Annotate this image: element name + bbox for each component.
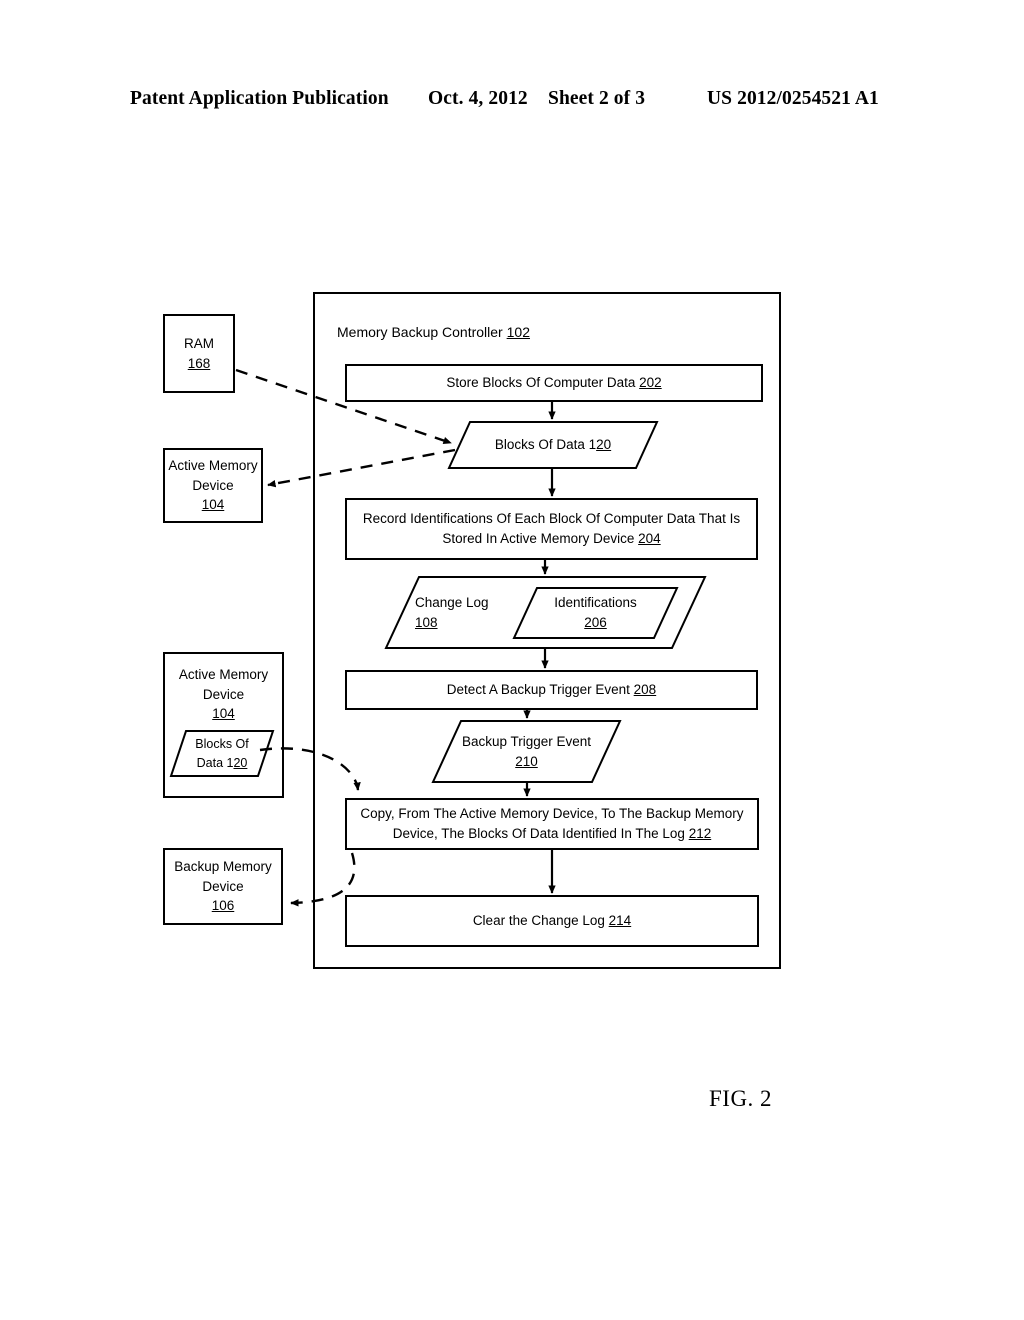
blocks-of-data-nested-shape: Blocks Of Data 120 [169, 730, 275, 777]
header-sheet-number: Sheet 2 of 3 [548, 88, 646, 109]
active-memory-device-top-label-2: Device [192, 477, 234, 493]
active-memory-device-bottom-ref: 104 [212, 706, 235, 722]
active-memory-device-bottom-label-1: Active Memory [178, 667, 269, 682]
ram-box: RAM 168 [163, 314, 235, 393]
figure-label: FIG. 2 [709, 1086, 773, 1111]
clear-change-log-step-label: Clear the Change Log 214 [472, 913, 632, 929]
memory-backup-controller-title: Memory Backup Controller 102 [337, 324, 530, 340]
header-publication-date: Oct. 4, 2012 [428, 88, 528, 109]
backup-memory-device-ref: 106 [211, 898, 235, 914]
active-memory-device-top-ref: 104 [201, 497, 225, 513]
record-identifications-step-box: Record Identifications Of Each Block Of … [345, 498, 758, 560]
active-memory-device-bottom-label-2: Device [202, 686, 245, 702]
detect-backup-trigger-step-box: Detect A Backup Trigger Event 208 [345, 670, 758, 710]
store-blocks-step-box: Store Blocks Of Computer Data 202 [345, 364, 763, 402]
copy-blocks-step-line1: Copy, From The Active Memory Device, To … [360, 806, 744, 822]
header-patent-number: US 2012/0254521 A1 [707, 88, 879, 109]
backup-memory-device-label-1: Backup Memory [174, 859, 272, 875]
ram-box-ref: 168 [187, 355, 211, 371]
active-memory-device-top-label-1: Active Memory [168, 458, 258, 474]
record-identifications-step-line1: Record Identifications Of Each Block Of … [362, 511, 741, 527]
backup-memory-device-label-2: Device [202, 878, 244, 894]
copy-blocks-step-box: Copy, From The Active Memory Device, To … [345, 798, 759, 850]
backup-memory-device-box: Backup Memory Device 106 [163, 848, 283, 925]
clear-change-log-step-box: Clear the Change Log 214 [345, 895, 759, 947]
active-memory-device-bottom-box: Active Memory Device 104 Blocks Of Data … [163, 652, 284, 798]
record-identifications-step-line2: Stored In Active Memory Device 204 [442, 531, 661, 546]
detect-backup-trigger-step-label: Detect A Backup Trigger Event 208 [446, 682, 657, 698]
store-blocks-step-label: Store Blocks Of Computer Data 202 [446, 375, 662, 391]
active-memory-device-top-box: Active Memory Device 104 [163, 448, 263, 523]
identifications-object-shape: Identifications 206 [512, 587, 679, 639]
backup-trigger-event-object-shape: Backup Trigger Event 210 [431, 720, 622, 783]
copy-blocks-step-line2: Device, The Blocks Of Data Identified In… [392, 826, 712, 841]
header-publication-title: Patent Application Publication [130, 88, 389, 109]
blocks-of-data-flow-shape: Blocks Of Data 120 [447, 421, 659, 469]
ram-box-label: RAM [184, 335, 214, 351]
patent-header: Patent Application Publication Oct. 4, 2… [0, 84, 1024, 114]
